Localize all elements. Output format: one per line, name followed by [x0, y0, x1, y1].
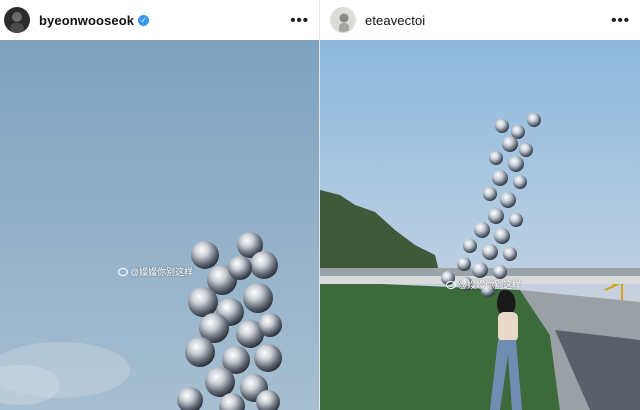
watermark-text: @嫚嫚你别这样	[458, 280, 522, 290]
post-header: byeonwooseok ✓ •••	[0, 0, 319, 40]
avatar[interactable]	[330, 7, 356, 33]
watermark-text: @嫚嫚你别这样	[130, 267, 194, 277]
avatar[interactable]	[4, 7, 30, 33]
watermark: @嫚嫚你别这样	[446, 278, 521, 291]
username-text[interactable]: eteavectoi	[365, 13, 425, 28]
post-header: eteavectoi •••	[320, 0, 640, 40]
more-options-icon[interactable]: •••	[611, 13, 630, 28]
post-right: eteavectoi ••• @嫚嫚你别这样	[320, 0, 640, 410]
username-text[interactable]: byeonwooseok	[39, 13, 134, 28]
verified-check-icon: ✓	[138, 14, 150, 26]
post-photo[interactable]: @嫚嫚你别这样	[320, 40, 640, 410]
weibo-logo-icon	[118, 267, 128, 276]
more-options-icon[interactable]: •••	[290, 13, 309, 28]
weibo-logo-icon	[446, 280, 456, 289]
watermark: @嫚嫚你别这样	[118, 265, 193, 278]
username[interactable]: byeonwooseok ✓	[39, 13, 150, 28]
username[interactable]: eteavectoi	[365, 13, 425, 28]
post-photo[interactable]: @嫚嫚你别这样	[0, 40, 319, 410]
post-left: byeonwooseok ✓ ••• @嫚嫚你别这样	[0, 0, 320, 410]
